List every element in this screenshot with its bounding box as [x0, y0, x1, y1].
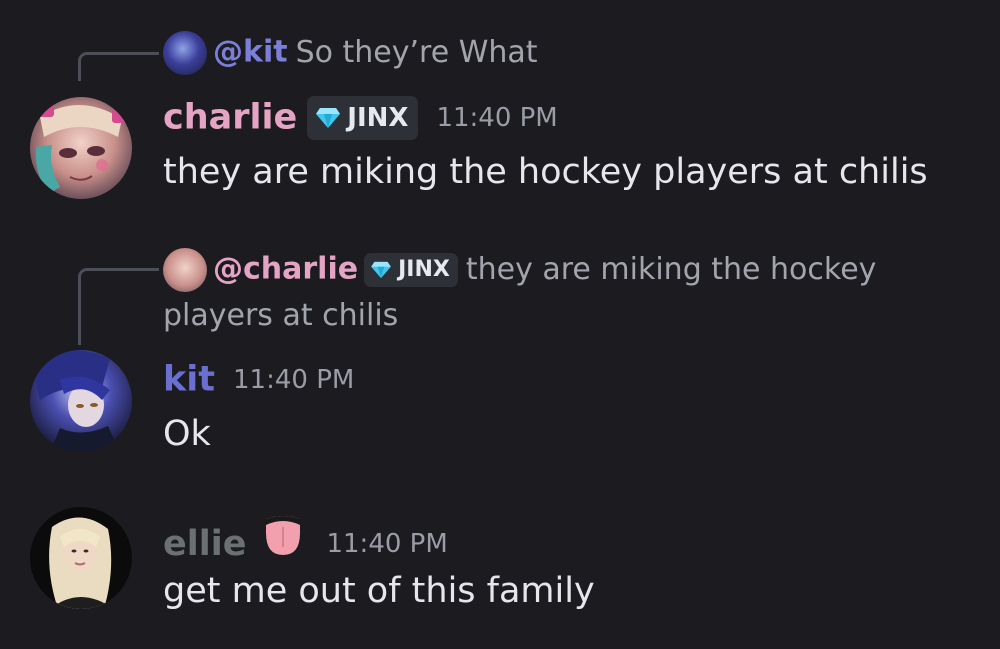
chat-log: @kit So they’re What charlie JINX 11:40 … — [0, 0, 1000, 649]
avatar-ellie[interactable] — [30, 507, 132, 609]
message-header: kit 11:40 PM — [163, 356, 354, 403]
message-text: they are miking the hockey players at ch… — [163, 152, 928, 192]
guild-tag[interactable]: JINX — [307, 95, 419, 140]
timestamp: 11:40 PM — [326, 529, 448, 559]
tongue-emoji-icon — [260, 513, 306, 575]
guild-tag[interactable]: JINX — [364, 252, 458, 287]
timestamp: 11:40 PM — [436, 102, 558, 133]
guild-tag-label: JINX — [347, 102, 409, 133]
username[interactable]: ellie — [163, 524, 246, 564]
reply-preview[interactable]: @kit So they’re What — [163, 30, 538, 75]
reply-mention[interactable]: @kit — [213, 35, 288, 70]
diamond-icon — [316, 108, 341, 128]
kit-mini-avatar — [163, 30, 207, 75]
message-header: ellie 11:40 PM — [163, 513, 448, 575]
reply-mention[interactable]: @charlie — [213, 252, 358, 287]
charlie-mini-avatar — [163, 247, 207, 292]
reply-preview[interactable]: @charlie JINX they are miking the hockey — [163, 247, 876, 292]
guild-tag-label: JINX — [398, 256, 450, 282]
reply-text-continued: players at chilis — [163, 298, 399, 333]
timestamp: 11:40 PM — [233, 364, 355, 395]
message-header: charlie JINX 11:40 PM — [163, 94, 558, 141]
avatar-kit[interactable] — [30, 350, 132, 452]
message-text: get me out of this family — [163, 571, 595, 611]
reply-text: they are miking the hockey — [465, 251, 877, 287]
reply-spine — [78, 52, 159, 81]
avatar-charlie[interactable] — [30, 97, 132, 199]
username[interactable]: kit — [163, 360, 215, 400]
message-text: Ok — [163, 414, 211, 454]
diamond-icon — [371, 261, 391, 278]
reply-spine — [78, 268, 159, 345]
reply-text: So they’re What — [295, 34, 538, 70]
username[interactable]: charlie — [163, 98, 297, 138]
